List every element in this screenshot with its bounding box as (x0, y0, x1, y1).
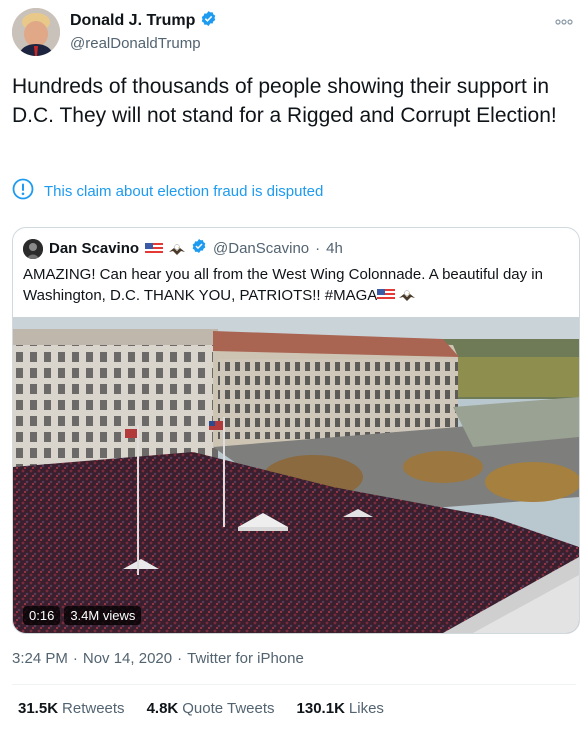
more-options-icon[interactable] (552, 12, 576, 32)
verified-badge-icon (200, 10, 217, 32)
author-avatar[interactable] (12, 8, 60, 56)
eagle-icon (169, 242, 186, 256)
author-info: Donald J. Trump @realDonaldTrump (70, 10, 217, 52)
tweet-meta: 3:24 PM · Nov 14, 2020 · Twitter for iPh… (12, 650, 304, 667)
quoted-handle: @DanScavino (213, 240, 310, 257)
us-flag-icon (377, 289, 396, 301)
quoted-tweet[interactable]: Dan Scavino @DanScavino · 4h AMAZING! Ca… (12, 227, 580, 634)
retweets-label: Retweets (62, 700, 125, 717)
quoted-verified-badge-icon (191, 238, 207, 259)
tweet-date[interactable]: Nov 14, 2020 (83, 650, 172, 667)
quote-tweets-stat[interactable]: 4.8K Quote Tweets (147, 700, 275, 717)
exclamation-circle-icon (12, 178, 34, 205)
video-views: 3.4M views (64, 606, 142, 625)
quote-tweets-count: 4.8K (146, 700, 179, 717)
tweet-source[interactable]: Twitter for iPhone (187, 650, 304, 667)
meta-separator: · (72, 650, 78, 667)
likes-stat[interactable]: 130.1K Likes (297, 700, 384, 717)
author-handle[interactable]: @realDonaldTrump (70, 35, 217, 52)
us-flag-icon (145, 242, 164, 255)
tweet-stats: 31.5K Retweets 4.8K Quote Tweets 130.1K … (18, 700, 384, 717)
quoted-header: Dan Scavino @DanScavino · 4h (23, 238, 343, 259)
quoted-text: AMAZING! Can hear you all from the West … (23, 264, 568, 306)
likes-label: Likes (348, 700, 384, 717)
likes-count: 130.1K (296, 700, 345, 717)
author-name[interactable]: Donald J. Trump (70, 12, 195, 30)
video-badges: 0:16 3.4M views (23, 606, 142, 625)
tweet-text: Hundreds of thousands of people showing … (12, 75, 557, 127)
quoted-name: Dan Scavino (49, 240, 140, 257)
eagle-icon (399, 287, 416, 301)
quoted-separator: · (315, 240, 321, 257)
retweets-stat[interactable]: 31.5K Retweets (18, 700, 125, 717)
rally-video-frame (13, 317, 579, 633)
disputed-notice[interactable]: This claim about election fraud is dispu… (12, 178, 323, 205)
divider (12, 684, 576, 685)
quoted-time: 4h (326, 240, 343, 257)
quoted-text-body: AMAZING! Can hear you all from the West … (23, 266, 543, 304)
retweets-count: 31.5K (18, 700, 59, 717)
tweet-time[interactable]: 3:24 PM (12, 650, 68, 667)
video-player[interactable]: 0:16 3.4M views (13, 317, 579, 633)
meta-separator: · (177, 650, 183, 667)
quote-tweets-label: Quote Tweets (182, 700, 275, 717)
video-duration: 0:16 (23, 606, 61, 625)
tweet-header: Donald J. Trump @realDonaldTrump (12, 8, 576, 60)
quoted-avatar (23, 238, 43, 259)
disputed-notice-text[interactable]: This claim about election fraud is dispu… (44, 183, 323, 200)
